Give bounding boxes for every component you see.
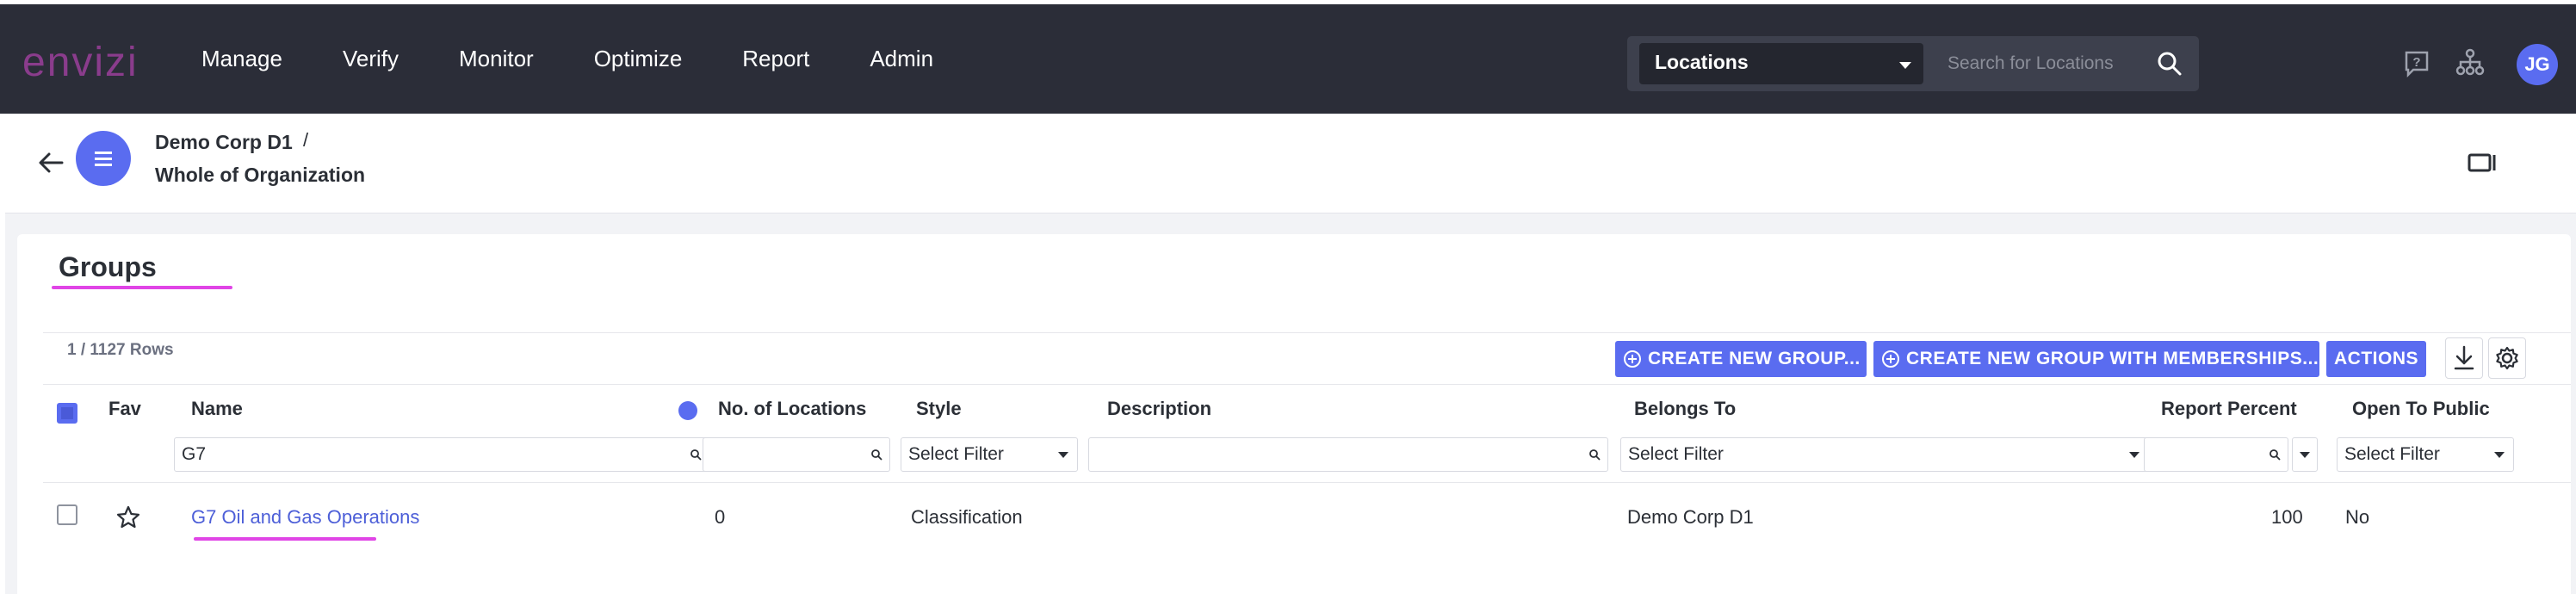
report-percent-filter-input[interactable] [2144,437,2288,472]
column-header-open-to-public[interactable]: Open To Public [2352,398,2490,420]
row-checkbox[interactable] [57,504,77,525]
nav-item-admin[interactable]: Admin [870,46,933,72]
style-filter-select[interactable]: Select Filter [901,437,1078,472]
create-group-with-memberships-button[interactable]: CREATE NEW GROUP WITH MEMBERSHIPS... [1873,341,2319,377]
download-button[interactable] [2445,337,2483,379]
create-new-group-button[interactable]: CREATE NEW GROUP... [1615,341,1867,377]
nav-item-monitor[interactable]: Monitor [459,46,534,72]
hamburger-menu-icon[interactable] [76,131,131,186]
search-input[interactable] [1937,43,2152,84]
group-name-link[interactable]: G7 Oil and Gas Operations [191,506,419,529]
report-percent-operator-select[interactable] [2292,437,2318,472]
column-header-num-locations[interactable]: No. of Locations [718,398,866,420]
style-filter-value: Select Filter [908,444,1004,464]
belongs-to-filter-value: Select Filter [1628,444,1724,464]
title-highlight [52,286,232,289]
download-icon [2454,345,2474,370]
top-nav-bar: envizi Manage Verify Monitor Optimize Re… [0,0,2576,114]
cell-belongs-to: Demo Corp D1 [1627,506,1754,528]
search-scope-select[interactable]: Locations [1639,43,1923,84]
chevron-down-icon [1058,452,1068,458]
rows-count: 1 / 1127 Rows [67,341,174,359]
svg-text:?: ? [2412,55,2420,70]
search-icon [871,449,882,461]
add-circle-icon [1624,350,1641,368]
chevron-down-icon [2129,452,2139,458]
column-header-belongs-to[interactable]: Belongs To [1634,398,1736,420]
search-scope-label: Locations [1655,51,1749,73]
column-header-fav[interactable]: Fav [108,398,141,420]
create-with-memberships-label: CREATE NEW GROUP WITH MEMBERSHIPS... [1906,349,2319,368]
user-avatar[interactable]: JG [2517,44,2558,85]
breadcrumb: Demo Corp D1 / Whole of Organization [5,114,2576,213]
cell-open-to-public: No [2345,506,2370,528]
name-filter-input[interactable]: G7 [174,437,709,472]
page-title: Groups [59,251,157,282]
cell-style: Classification [911,506,1023,528]
create-new-group-label: CREATE NEW GROUP... [1648,349,1861,368]
add-circle-icon [1882,350,1899,368]
link-highlight [194,537,376,541]
divider [43,482,2571,483]
column-header-name[interactable]: Name [191,398,243,420]
belongs-to-filter-select[interactable]: Select Filter [1620,437,2149,472]
help-icon[interactable]: ? [2402,49,2431,78]
envizi-logo[interactable]: envizi [22,39,139,86]
breadcrumb-current: Whole of Organization [155,164,366,186]
hierarchy-icon[interactable] [2455,47,2485,77]
chevron-down-icon [1899,62,1911,69]
chevron-down-icon [2300,452,2310,458]
actions-button[interactable]: ACTIONS [2326,341,2426,377]
nav-item-manage[interactable]: Manage [201,46,282,72]
column-header-style[interactable]: Style [916,398,962,420]
global-search: Locations [1627,36,2199,91]
search-icon[interactable] [2156,50,2183,77]
open-to-public-filter-value: Select Filter [2344,444,2440,464]
divider [43,332,2571,333]
column-header-report-percent[interactable]: Report Percent [2161,398,2297,420]
nav-item-report[interactable]: Report [742,46,809,72]
search-icon [690,449,702,461]
breadcrumb-parent[interactable]: Demo Corp D1 [155,131,293,154]
column-header-description[interactable]: Description [1107,398,1211,420]
search-icon [1589,449,1601,461]
breadcrumb-separator: / [303,129,309,151]
main-nav: Manage Verify Monitor Optimize Report Ad… [201,46,994,72]
left-edge [0,114,5,594]
chevron-down-icon [2494,452,2505,458]
video-icon[interactable] [2468,152,2497,174]
status-dot-icon [678,401,697,420]
cell-report-percent: 100 [2271,506,2303,528]
nav-item-optimize[interactable]: Optimize [594,46,683,72]
groups-panel: Groups 1 / 1127 Rows CREATE NEW GROUP...… [17,234,2571,594]
back-arrow-icon[interactable] [36,148,65,177]
search-icon [2269,449,2281,461]
settings-button[interactable] [2488,337,2526,379]
actions-label: ACTIONS [2334,349,2418,368]
cell-num-locations: 0 [715,506,726,528]
num-locations-filter-input[interactable] [703,437,890,472]
nav-item-verify[interactable]: Verify [343,46,399,72]
star-icon[interactable] [115,504,141,530]
name-filter-value: G7 [182,444,207,464]
select-all-checkbox[interactable] [57,403,77,424]
gear-icon [2496,346,2518,370]
open-to-public-filter-select[interactable]: Select Filter [2337,437,2514,472]
divider [43,384,2571,385]
description-filter-input[interactable] [1088,437,1608,472]
